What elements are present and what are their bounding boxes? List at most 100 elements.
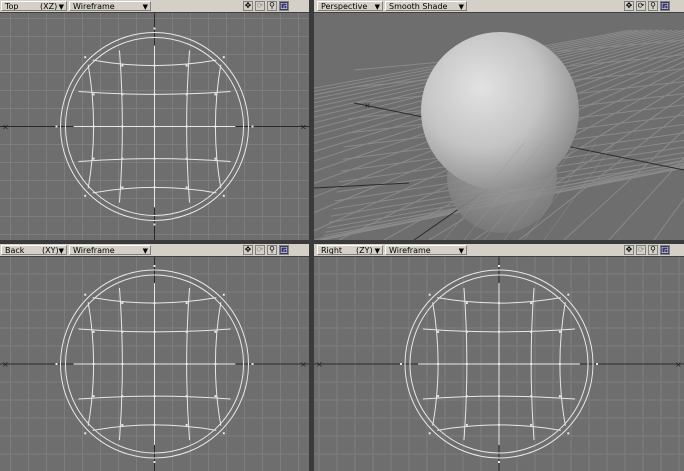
dropdown-arrow-icon: ▼ xyxy=(58,3,64,11)
vertex xyxy=(153,330,156,333)
rotate-view-icon[interactable]: ⟳ xyxy=(636,1,646,11)
move-view-icon[interactable]: ✥ xyxy=(624,245,634,255)
zoom-view-icon[interactable]: ⚲ xyxy=(648,1,658,11)
view-type-dropdown[interactable]: Back (XY) ▼ xyxy=(1,245,67,255)
viewport-top[interactable]: Top (XZ) ▼ Wireframe ▼ ✥ ⟳ ⚲ ◲ × × xyxy=(0,0,309,240)
vertex xyxy=(92,363,95,365)
vertex xyxy=(558,395,561,398)
vertex xyxy=(498,363,500,365)
vertex xyxy=(121,302,124,305)
zoom-view-icon[interactable]: ⚲ xyxy=(267,1,277,11)
vertex xyxy=(498,423,500,426)
render-mode-label: Wireframe xyxy=(73,246,115,255)
vertex xyxy=(498,265,500,267)
vertex xyxy=(437,395,440,398)
viewport-back[interactable]: Back (XY) ▼ Wireframe ▼ ✥ ⟳ ⚲ ◲ × × xyxy=(0,244,309,471)
render-mode-dropdown[interactable]: Wireframe ▼ xyxy=(69,1,151,11)
move-view-icon[interactable]: ✥ xyxy=(624,1,634,11)
render-mode-dropdown[interactable]: Wireframe ▼ xyxy=(385,245,467,255)
vertex xyxy=(92,93,95,96)
viewport-right[interactable]: Right (ZY) ▼ Wireframe ▼ ✥ ⟳ ⚲ ◲ × × xyxy=(314,244,684,471)
vertex xyxy=(153,27,156,30)
view-type-dropdown[interactable]: Right (ZY) ▼ xyxy=(317,245,383,255)
dropdown-arrow-icon: ▼ xyxy=(374,247,380,255)
sphere-object[interactable] xyxy=(421,32,579,190)
rotate-view-icon[interactable]: ⟳ xyxy=(255,1,265,11)
render-mode-label: Smooth Shade xyxy=(389,2,448,11)
vertex xyxy=(121,363,124,365)
axis-end-marker: × xyxy=(316,360,323,369)
axis-end-marker: × xyxy=(2,123,9,132)
vertex xyxy=(153,125,156,128)
vertex xyxy=(214,395,217,398)
rotate-view-icon[interactable]: ⟳ xyxy=(255,245,265,255)
vertex xyxy=(153,363,156,365)
view-type-dropdown[interactable]: Top (XZ) ▼ xyxy=(1,1,67,11)
viewport-header: Back (XY) ▼ Wireframe ▼ ✥ ⟳ ⚲ ◲ xyxy=(0,244,309,257)
vertex xyxy=(153,423,156,426)
vertex xyxy=(498,302,500,305)
vertex xyxy=(121,395,124,398)
vertex xyxy=(84,194,87,197)
vertex xyxy=(214,157,217,160)
vertex xyxy=(214,93,217,96)
vertex xyxy=(558,330,561,333)
dropdown-arrow-icon: ▼ xyxy=(58,247,64,255)
maximize-view-icon[interactable]: ◲ xyxy=(660,1,670,11)
vertex xyxy=(214,330,217,333)
vertex xyxy=(55,125,58,128)
vertex xyxy=(121,93,124,96)
vertex xyxy=(596,363,598,365)
move-view-icon[interactable]: ✥ xyxy=(243,245,253,255)
vertex xyxy=(222,56,225,59)
view-type-label: Right xyxy=(321,246,343,255)
axis-label: (XY) xyxy=(42,246,59,255)
maximize-view-icon[interactable]: ◲ xyxy=(279,245,289,255)
vertex xyxy=(498,330,500,333)
render-mode-dropdown[interactable]: Smooth Shade ▼ xyxy=(385,1,467,11)
vertex xyxy=(185,157,188,160)
zoom-view-icon[interactable]: ⚲ xyxy=(648,245,658,255)
vertex xyxy=(222,194,225,197)
axis-end-marker: × xyxy=(300,123,307,132)
vertex xyxy=(222,293,225,296)
dropdown-arrow-icon: ▼ xyxy=(142,3,148,11)
render-mode-label: Wireframe xyxy=(73,2,115,11)
vertex xyxy=(153,265,156,267)
vertex xyxy=(498,461,500,463)
vertex xyxy=(558,363,561,365)
vertex xyxy=(185,93,188,96)
dropdown-arrow-icon: ▼ xyxy=(458,247,464,255)
render-mode-dropdown[interactable]: Wireframe ▼ xyxy=(69,245,151,255)
viewport-canvas[interactable]: × × xyxy=(314,257,684,471)
vertex xyxy=(251,363,254,365)
move-view-icon[interactable]: ✥ xyxy=(243,1,253,11)
vertex xyxy=(84,56,87,59)
vertex xyxy=(530,302,533,305)
vertex xyxy=(498,395,500,398)
maximize-view-icon[interactable]: ◲ xyxy=(279,1,289,11)
vertex xyxy=(185,186,188,189)
vertex xyxy=(465,395,468,398)
maximize-view-icon[interactable]: ◲ xyxy=(660,245,670,255)
viewport-canvas[interactable]: × × xyxy=(0,13,309,240)
vertex xyxy=(437,330,440,333)
vertex xyxy=(84,293,87,296)
axis-end-marker: × xyxy=(300,360,307,369)
dropdown-arrow-icon: ▼ xyxy=(374,3,380,11)
viewport-perspective[interactable]: Perspective ▼ Smooth Shade ▼ ✥ ⟳ ⚲ ◲ × xyxy=(314,0,684,240)
vertex xyxy=(465,330,468,333)
vertex xyxy=(153,461,156,463)
vertex xyxy=(121,186,124,189)
vertex xyxy=(153,157,156,160)
vertex xyxy=(185,395,188,398)
zoom-view-icon[interactable]: ⚲ xyxy=(267,245,277,255)
view-type-label: Back xyxy=(5,246,25,255)
vertex xyxy=(185,125,188,128)
vertex xyxy=(92,125,95,128)
rotate-view-icon[interactable]: ⟳ xyxy=(636,245,646,255)
viewport-canvas[interactable]: × × xyxy=(0,257,309,471)
view-type-dropdown[interactable]: Perspective ▼ xyxy=(317,1,383,11)
axis-label: (XZ) xyxy=(40,2,58,11)
viewport-canvas[interactable]: × xyxy=(314,13,684,240)
